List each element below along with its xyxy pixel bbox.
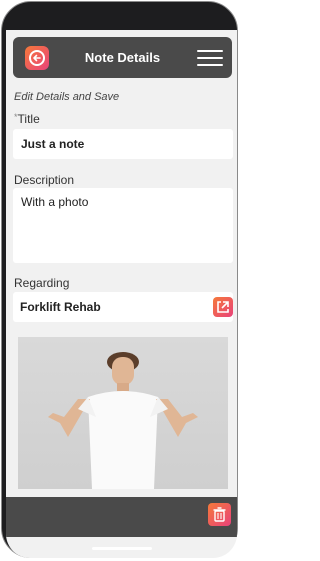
menu-bar: [197, 64, 223, 66]
regarding-value: Forklift Rehab: [20, 300, 101, 314]
open-external-icon: [217, 301, 229, 313]
title-field[interactable]: Just a note: [13, 129, 233, 159]
back-button[interactable]: [25, 46, 49, 70]
note-photo[interactable]: [18, 337, 228, 489]
top-app-bar: Note Details: [13, 37, 232, 78]
delete-button[interactable]: [208, 503, 231, 526]
home-indicator[interactable]: [92, 547, 152, 550]
open-regarding-button[interactable]: [213, 297, 233, 317]
phone-frame: Note Details Edit Details and Save *Titl…: [1, 1, 238, 558]
person-shrugging-illustration: [48, 352, 198, 489]
description-field[interactable]: With a photo: [13, 188, 233, 263]
bottom-bar: [6, 497, 237, 537]
app-screen: Note Details Edit Details and Save *Titl…: [6, 30, 237, 558]
page-title: Note Details: [84, 50, 161, 65]
trash-icon: [213, 507, 226, 522]
menu-bar: [197, 57, 223, 59]
menu-button[interactable]: [197, 50, 223, 66]
title-label-text: Title: [17, 112, 40, 126]
title-label: *Title: [14, 112, 40, 126]
title-value: Just a note: [21, 137, 85, 151]
description-value: With a photo: [21, 195, 89, 209]
regarding-field[interactable]: Forklift Rehab: [13, 292, 233, 322]
menu-bar: [197, 50, 223, 52]
section-label: Edit Details and Save: [14, 91, 120, 103]
arrow-left-icon: [33, 54, 41, 62]
regarding-label: Regarding: [14, 276, 70, 290]
description-label: Description: [14, 173, 75, 187]
